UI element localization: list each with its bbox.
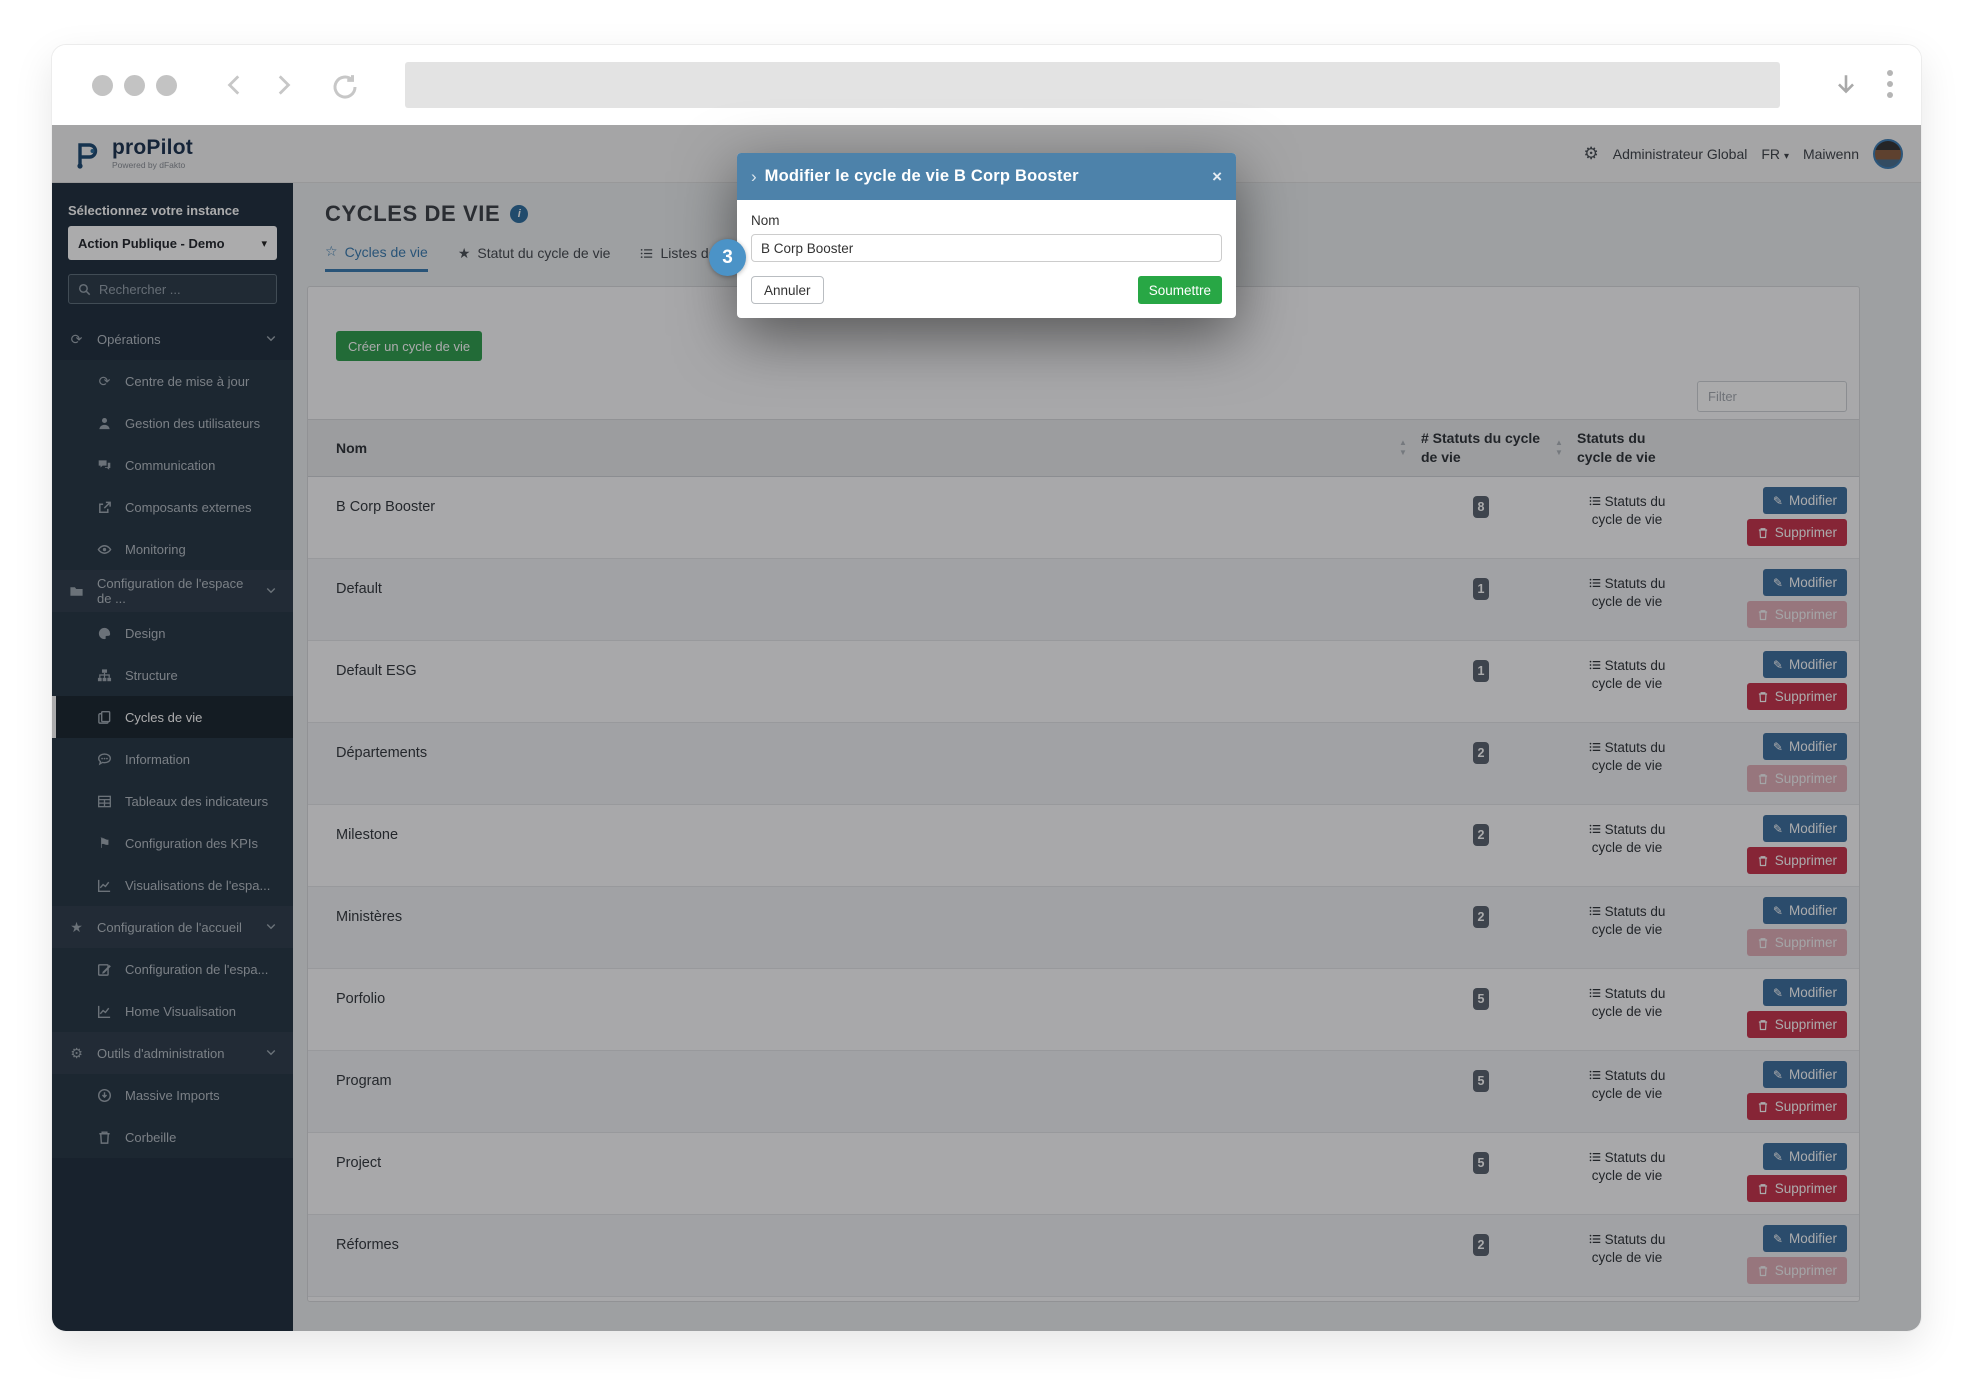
step-3-badge: 3 — [709, 239, 746, 276]
browser-window: proPilot Powered by dFakto ⚙ Administrat… — [52, 45, 1921, 1331]
name-field-label: Nom — [751, 213, 780, 228]
cancel-button[interactable]: Annuler — [751, 276, 824, 304]
browser-menu-icon[interactable] — [1887, 70, 1893, 98]
forward-icon[interactable] — [270, 72, 296, 98]
download-icon[interactable] — [1833, 71, 1859, 99]
browser-chrome — [52, 45, 1921, 125]
modal-header: › Modifier le cycle de vie B Corp Booste… — [737, 153, 1236, 200]
close-icon[interactable]: × — [1212, 167, 1222, 187]
reload-icon[interactable] — [330, 72, 360, 102]
back-icon[interactable] — [222, 72, 248, 98]
modal-title: Modifier le cycle de vie B Corp Booster — [764, 167, 1079, 185]
window-control-dots[interactable] — [92, 75, 177, 96]
address-bar[interactable] — [405, 62, 1780, 108]
name-field[interactable] — [751, 234, 1222, 262]
submit-button[interactable]: Soumettre — [1137, 276, 1222, 304]
chevron-right-icon: › — [751, 166, 757, 186]
edit-lifecycle-modal: › Modifier le cycle de vie B Corp Booste… — [737, 153, 1236, 318]
desktop: proPilot Powered by dFakto ⚙ Administrat… — [0, 0, 1973, 1384]
